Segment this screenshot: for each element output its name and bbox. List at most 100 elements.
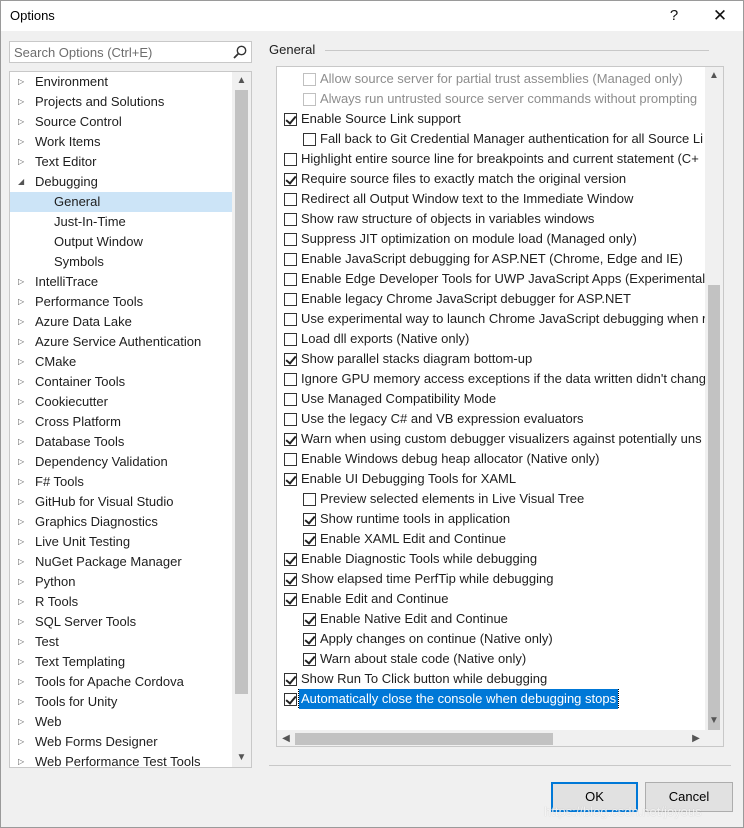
tree-item[interactable]: ▷ Web [10,712,232,732]
option-row[interactable]: Use experimental way to launch Chrome Ja… [277,309,705,329]
tree-item[interactable]: ▷ Database Tools [10,432,232,452]
option-row[interactable]: Enable Source Link support [277,109,705,129]
option-checkbox[interactable] [303,493,316,506]
tree-item[interactable]: Output Window [10,232,232,252]
option-row[interactable]: Enable Native Edit and Continue [277,609,705,629]
expand-triangle-icon[interactable]: ▷ [18,632,28,652]
tree-item[interactable]: ▷ Work Items [10,132,232,152]
tree-item[interactable]: Symbols [10,252,232,272]
option-row[interactable]: Warn when using custom debugger visualiz… [277,429,705,449]
option-row[interactable]: Show Run To Click button while debugging [277,669,705,689]
options-vertical-scrollbar[interactable]: ▲ ▼ [705,67,723,730]
tree-item[interactable]: ▷ SQL Server Tools [10,612,232,632]
scroll-thumb[interactable] [235,90,248,694]
scroll-left-arrow-icon[interactable]: ◀ [277,730,295,746]
scroll-up-arrow-icon[interactable]: ▲ [232,72,251,90]
expand-triangle-icon[interactable]: ▷ [18,372,28,392]
expand-triangle-icon[interactable]: ▷ [18,432,28,452]
option-row[interactable]: Fall back to Git Credential Manager auth… [277,129,705,149]
tree-item[interactable]: ▷ Cookiecutter [10,392,232,412]
option-checkbox[interactable] [284,253,297,266]
tree-item[interactable]: ▷ Python [10,572,232,592]
option-row[interactable]: Highlight entire source line for breakpo… [277,149,705,169]
tree-item[interactable]: ▷ Azure Service Authentication [10,332,232,352]
tree-item[interactable]: ▷ Projects and Solutions [10,92,232,112]
option-checkbox[interactable] [303,613,316,626]
tree-item[interactable]: ▷ Text Editor [10,152,232,172]
option-row[interactable]: Enable Windows debug heap allocator (Nat… [277,449,705,469]
tree-item[interactable]: ▷ NuGet Package Manager [10,552,232,572]
option-row[interactable]: Require source files to exactly match th… [277,169,705,189]
option-row[interactable]: Load dll exports (Native only) [277,329,705,349]
tree-item[interactable]: ▷ F# Tools [10,472,232,492]
expand-triangle-icon[interactable]: ▷ [18,712,28,732]
expand-triangle-icon[interactable]: ▷ [18,472,28,492]
expand-triangle-icon[interactable]: ▷ [18,292,28,312]
expand-triangle-icon[interactable]: ▷ [18,672,28,692]
expand-triangle-icon[interactable]: ▷ [18,552,28,572]
option-row[interactable]: Redirect all Output Window text to the I… [277,189,705,209]
option-row[interactable]: Enable Edge Developer Tools for UWP Java… [277,269,705,289]
scroll-right-arrow-icon[interactable]: ▶ [687,730,705,746]
option-checkbox[interactable] [284,673,297,686]
tree-item[interactable]: ▷ Tools for Unity [10,692,232,712]
option-row[interactable]: Enable UI Debugging Tools for XAML [277,469,705,489]
expand-triangle-icon[interactable]: ▷ [18,532,28,552]
tree-item[interactable]: ▷ Text Templating [10,652,232,672]
expand-triangle-icon[interactable]: ▷ [18,312,28,332]
tree-item[interactable]: ▷ Source Control [10,112,232,132]
option-checkbox[interactable] [284,193,297,206]
option-row[interactable]: Enable XAML Edit and Continue [277,529,705,549]
option-row[interactable]: Use Managed Compatibility Mode [277,389,705,409]
option-row[interactable]: Enable Diagnostic Tools while debugging [277,549,705,569]
tree-item[interactable]: ▷ Environment [10,72,232,92]
tree-item[interactable]: ▷ IntelliTrace [10,272,232,292]
collapse-triangle-icon[interactable]: ◢ [18,172,28,192]
option-checkbox[interactable] [284,113,297,126]
option-checkbox[interactable] [284,213,297,226]
expand-triangle-icon[interactable]: ▷ [18,352,28,372]
tree-scrollbar[interactable]: ▲ ▼ [232,72,251,767]
expand-triangle-icon[interactable]: ▷ [18,412,28,432]
expand-triangle-icon[interactable]: ▷ [18,592,28,612]
tree-item[interactable]: ▷ Cross Platform [10,412,232,432]
option-row[interactable]: Warn about stale code (Native only) [277,649,705,669]
option-row[interactable]: Suppress JIT optimization on module load… [277,229,705,249]
option-row[interactable]: Automatically close the console when deb… [277,689,705,709]
search-icon[interactable] [232,44,248,60]
tree-item[interactable]: ▷ Container Tools [10,372,232,392]
expand-triangle-icon[interactable]: ▷ [18,612,28,632]
scroll-up-arrow-icon[interactable]: ▲ [705,67,723,85]
expand-triangle-icon[interactable]: ▷ [18,652,28,672]
option-checkbox[interactable] [284,433,297,446]
option-row[interactable]: Show raw structure of objects in variabl… [277,209,705,229]
tree-item[interactable]: ▷ Web Performance Test Tools [10,752,232,767]
option-checkbox[interactable] [284,313,297,326]
option-checkbox[interactable] [284,453,297,466]
option-checkbox[interactable] [303,533,316,546]
tree-item[interactable]: ▷ Azure Data Lake [10,312,232,332]
tree-item[interactable]: Just-In-Time [10,212,232,232]
option-checkbox[interactable] [303,513,316,526]
tree-item[interactable]: ▷ Graphics Diagnostics [10,512,232,532]
expand-triangle-icon[interactable]: ▷ [18,732,28,752]
option-row[interactable]: Show runtime tools in application [277,509,705,529]
close-button[interactable]: ✕ [697,1,743,31]
option-checkbox[interactable] [284,233,297,246]
option-checkbox[interactable] [284,333,297,346]
option-row[interactable]: Enable legacy Chrome JavaScript debugger… [277,289,705,309]
option-row[interactable]: Enable JavaScript debugging for ASP.NET … [277,249,705,269]
scroll-down-arrow-icon[interactable]: ▼ [232,749,251,767]
tree-item[interactable]: ▷ Performance Tools [10,292,232,312]
expand-triangle-icon[interactable]: ▷ [18,132,28,152]
option-checkbox[interactable] [284,153,297,166]
option-row[interactable]: Show elapsed time PerfTip while debuggin… [277,569,705,589]
option-checkbox[interactable] [284,393,297,406]
option-checkbox[interactable] [284,353,297,366]
option-checkbox[interactable] [303,653,316,666]
scroll-thumb[interactable] [708,285,720,730]
tree-item[interactable]: ▷ R Tools [10,592,232,612]
tree-item[interactable]: ▷ CMake [10,352,232,372]
expand-triangle-icon[interactable]: ▷ [18,272,28,292]
option-checkbox[interactable] [284,573,297,586]
